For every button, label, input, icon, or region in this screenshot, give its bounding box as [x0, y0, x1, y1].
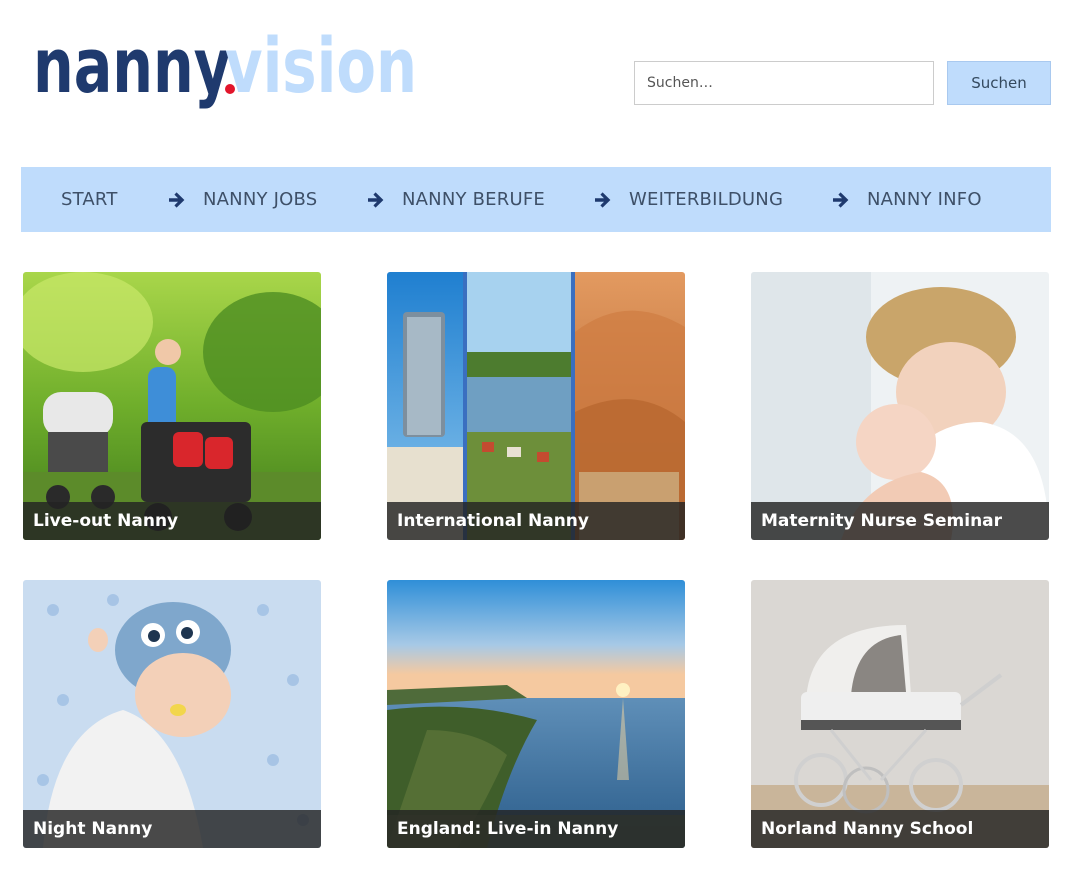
- svg-text:vision: vision: [225, 21, 417, 110]
- nav-item-nanny-jobs[interactable]: NANNY JOBS: [167, 167, 317, 232]
- svg-text:nanny: nanny: [33, 21, 231, 110]
- nav-item-label: NANNY BERUFE: [402, 189, 545, 210]
- arrow-right-icon: [366, 190, 386, 210]
- arrow-right-icon: [167, 190, 187, 210]
- nav-item-start[interactable]: START: [61, 167, 118, 232]
- sleeping-baby-owl-hat-photo: [23, 580, 321, 848]
- card-live-out-nanny[interactable]: Live-out Nanny: [23, 272, 321, 540]
- site-logo[interactable]: nanny vision: [33, 21, 433, 122]
- card-title: Norland Nanny School: [751, 810, 1049, 848]
- logo-red-dot: [225, 84, 235, 94]
- card-title: Live-out Nanny: [23, 502, 321, 540]
- search-button[interactable]: Suchen: [947, 61, 1051, 105]
- coast-sunset-photo: [387, 580, 685, 848]
- card-england-live-in-nanny[interactable]: England: Live-in Nanny: [387, 580, 685, 848]
- logo-part-vision: vision: [225, 21, 417, 110]
- nav-item-label: NANNY INFO: [867, 189, 982, 210]
- nav-item-nanny-info[interactable]: NANNY INFO: [831, 167, 982, 232]
- logo-part-nanny: nanny: [33, 21, 231, 110]
- nav-item-label: WEITERBILDUNG: [629, 189, 784, 210]
- logo-graphic: nanny vision: [33, 21, 417, 110]
- mother-stroller-park-photo: [23, 272, 321, 540]
- card-night-nanny[interactable]: Night Nanny: [23, 580, 321, 848]
- card-maternity-nurse-seminar[interactable]: Maternity Nurse Seminar: [751, 272, 1049, 540]
- nav-item-label: START: [61, 189, 118, 210]
- nav-item-weiterbildung[interactable]: WEITERBILDUNG: [593, 167, 783, 232]
- card-international-nanny[interactable]: International Nanny: [387, 272, 685, 540]
- nav-item-label: NANNY JOBS: [203, 189, 318, 210]
- card-norland-nanny-school[interactable]: Norland Nanny School: [751, 580, 1049, 848]
- card-title: Night Nanny: [23, 810, 321, 848]
- card-title: Maternity Nurse Seminar: [751, 502, 1049, 540]
- card-title: International Nanny: [387, 502, 685, 540]
- arrow-right-icon: [831, 190, 851, 210]
- main-navigation: START NANNY JOBS NANNY BERUFE WEITERBILD…: [21, 167, 1051, 232]
- vintage-pram-photo: [751, 580, 1049, 848]
- mother-newborn-photo: [751, 272, 1049, 540]
- nav-item-nanny-berufe[interactable]: NANNY BERUFE: [366, 167, 545, 232]
- card-title: England: Live-in Nanny: [387, 810, 685, 848]
- arrow-right-icon: [593, 190, 613, 210]
- search-input[interactable]: [634, 61, 934, 105]
- city-lake-desert-collage-photo: [387, 272, 685, 540]
